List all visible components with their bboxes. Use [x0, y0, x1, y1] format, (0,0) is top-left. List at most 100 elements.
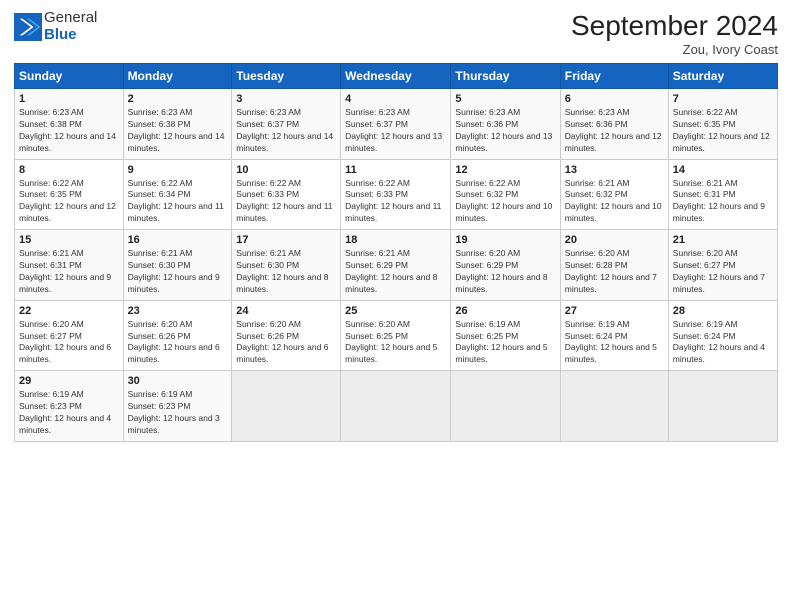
day-info: Sunrise: 6:23 AM Sunset: 6:36 PM Dayligh…	[455, 107, 555, 155]
day-info: Sunrise: 6:21 AM Sunset: 6:29 PM Dayligh…	[345, 248, 446, 296]
table-row: 13 Sunrise: 6:21 AM Sunset: 6:32 PM Dayl…	[560, 159, 668, 230]
table-row: 4 Sunrise: 6:23 AM Sunset: 6:37 PM Dayli…	[341, 89, 451, 160]
calendar-week-2: 8 Sunrise: 6:22 AM Sunset: 6:35 PM Dayli…	[15, 159, 778, 230]
table-row: 21 Sunrise: 6:20 AM Sunset: 6:27 PM Dayl…	[668, 230, 777, 301]
calendar-table: Sunday Monday Tuesday Wednesday Thursday…	[14, 63, 778, 442]
day-info: Sunrise: 6:20 AM Sunset: 6:26 PM Dayligh…	[236, 319, 336, 367]
table-row: 17 Sunrise: 6:21 AM Sunset: 6:30 PM Dayl…	[232, 230, 341, 301]
table-row: 15 Sunrise: 6:21 AM Sunset: 6:31 PM Dayl…	[15, 230, 124, 301]
location: Zou, Ivory Coast	[571, 42, 778, 57]
calendar-week-4: 22 Sunrise: 6:20 AM Sunset: 6:27 PM Dayl…	[15, 300, 778, 371]
day-number: 15	[19, 234, 119, 246]
calendar-week-5: 29 Sunrise: 6:19 AM Sunset: 6:23 PM Dayl…	[15, 371, 778, 442]
day-number: 7	[673, 93, 773, 105]
day-info: Sunrise: 6:22 AM Sunset: 6:33 PM Dayligh…	[236, 178, 336, 226]
day-info: Sunrise: 6:22 AM Sunset: 6:33 PM Dayligh…	[345, 178, 446, 226]
day-number: 1	[19, 93, 119, 105]
day-info: Sunrise: 6:21 AM Sunset: 6:30 PM Dayligh…	[236, 248, 336, 296]
day-info: Sunrise: 6:20 AM Sunset: 6:27 PM Dayligh…	[19, 319, 119, 367]
col-sunday: Sunday	[15, 64, 124, 89]
table-row: 9 Sunrise: 6:22 AM Sunset: 6:34 PM Dayli…	[123, 159, 232, 230]
day-info: Sunrise: 6:21 AM Sunset: 6:31 PM Dayligh…	[19, 248, 119, 296]
day-number: 30	[128, 375, 228, 387]
day-info: Sunrise: 6:19 AM Sunset: 6:24 PM Dayligh…	[673, 319, 773, 367]
table-row	[341, 371, 451, 442]
day-info: Sunrise: 6:23 AM Sunset: 6:37 PM Dayligh…	[345, 107, 446, 155]
day-info: Sunrise: 6:22 AM Sunset: 6:35 PM Dayligh…	[673, 107, 773, 155]
day-info: Sunrise: 6:22 AM Sunset: 6:35 PM Dayligh…	[19, 178, 119, 226]
day-info: Sunrise: 6:20 AM Sunset: 6:28 PM Dayligh…	[565, 248, 664, 296]
day-info: Sunrise: 6:21 AM Sunset: 6:30 PM Dayligh…	[128, 248, 228, 296]
day-number: 8	[19, 164, 119, 176]
table-row: 3 Sunrise: 6:23 AM Sunset: 6:37 PM Dayli…	[232, 89, 341, 160]
table-row: 24 Sunrise: 6:20 AM Sunset: 6:26 PM Dayl…	[232, 300, 341, 371]
day-info: Sunrise: 6:23 AM Sunset: 6:38 PM Dayligh…	[128, 107, 228, 155]
day-number: 26	[455, 305, 555, 317]
day-info: Sunrise: 6:19 AM Sunset: 6:24 PM Dayligh…	[565, 319, 664, 367]
day-info: Sunrise: 6:19 AM Sunset: 6:23 PM Dayligh…	[128, 389, 228, 437]
table-row	[232, 371, 341, 442]
day-number: 18	[345, 234, 446, 246]
table-row: 18 Sunrise: 6:21 AM Sunset: 6:29 PM Dayl…	[341, 230, 451, 301]
calendar-week-1: 1 Sunrise: 6:23 AM Sunset: 6:38 PM Dayli…	[15, 89, 778, 160]
col-tuesday: Tuesday	[232, 64, 341, 89]
day-number: 24	[236, 305, 336, 317]
table-row: 11 Sunrise: 6:22 AM Sunset: 6:33 PM Dayl…	[341, 159, 451, 230]
day-info: Sunrise: 6:19 AM Sunset: 6:23 PM Dayligh…	[19, 389, 119, 437]
col-monday: Monday	[123, 64, 232, 89]
day-number: 13	[565, 164, 664, 176]
day-number: 21	[673, 234, 773, 246]
table-row: 10 Sunrise: 6:22 AM Sunset: 6:33 PM Dayl…	[232, 159, 341, 230]
title-area: September 2024 Zou, Ivory Coast	[571, 10, 778, 57]
day-number: 17	[236, 234, 336, 246]
logo-general: General	[44, 10, 97, 27]
day-info: Sunrise: 6:20 AM Sunset: 6:26 PM Dayligh…	[128, 319, 228, 367]
day-number: 20	[565, 234, 664, 246]
table-row: 1 Sunrise: 6:23 AM Sunset: 6:38 PM Dayli…	[15, 89, 124, 160]
day-info: Sunrise: 6:20 AM Sunset: 6:29 PM Dayligh…	[455, 248, 555, 296]
table-row: 19 Sunrise: 6:20 AM Sunset: 6:29 PM Dayl…	[451, 230, 560, 301]
day-info: Sunrise: 6:22 AM Sunset: 6:32 PM Dayligh…	[455, 178, 555, 226]
day-number: 27	[565, 305, 664, 317]
table-row: 25 Sunrise: 6:20 AM Sunset: 6:25 PM Dayl…	[341, 300, 451, 371]
logo-text: General Blue	[44, 10, 97, 43]
day-number: 10	[236, 164, 336, 176]
table-row: 23 Sunrise: 6:20 AM Sunset: 6:26 PM Dayl…	[123, 300, 232, 371]
day-number: 25	[345, 305, 446, 317]
logo-icon	[14, 13, 42, 41]
table-row: 16 Sunrise: 6:21 AM Sunset: 6:30 PM Dayl…	[123, 230, 232, 301]
col-friday: Friday	[560, 64, 668, 89]
day-number: 4	[345, 93, 446, 105]
table-row: 5 Sunrise: 6:23 AM Sunset: 6:36 PM Dayli…	[451, 89, 560, 160]
day-number: 9	[128, 164, 228, 176]
logo: General Blue	[14, 10, 97, 43]
table-row: 30 Sunrise: 6:19 AM Sunset: 6:23 PM Dayl…	[123, 371, 232, 442]
table-row: 2 Sunrise: 6:23 AM Sunset: 6:38 PM Dayli…	[123, 89, 232, 160]
page: General Blue September 2024 Zou, Ivory C…	[0, 0, 792, 612]
table-row: 28 Sunrise: 6:19 AM Sunset: 6:24 PM Dayl…	[668, 300, 777, 371]
header-row: Sunday Monday Tuesday Wednesday Thursday…	[15, 64, 778, 89]
table-row	[560, 371, 668, 442]
day-number: 5	[455, 93, 555, 105]
table-row: 14 Sunrise: 6:21 AM Sunset: 6:31 PM Dayl…	[668, 159, 777, 230]
table-row: 12 Sunrise: 6:22 AM Sunset: 6:32 PM Dayl…	[451, 159, 560, 230]
day-number: 3	[236, 93, 336, 105]
day-number: 12	[455, 164, 555, 176]
day-info: Sunrise: 6:22 AM Sunset: 6:34 PM Dayligh…	[128, 178, 228, 226]
col-thursday: Thursday	[451, 64, 560, 89]
table-row: 8 Sunrise: 6:22 AM Sunset: 6:35 PM Dayli…	[15, 159, 124, 230]
table-row	[451, 371, 560, 442]
day-info: Sunrise: 6:21 AM Sunset: 6:32 PM Dayligh…	[565, 178, 664, 226]
table-row	[668, 371, 777, 442]
calendar-week-3: 15 Sunrise: 6:21 AM Sunset: 6:31 PM Dayl…	[15, 230, 778, 301]
day-number: 19	[455, 234, 555, 246]
col-saturday: Saturday	[668, 64, 777, 89]
day-number: 2	[128, 93, 228, 105]
day-info: Sunrise: 6:23 AM Sunset: 6:36 PM Dayligh…	[565, 107, 664, 155]
day-number: 28	[673, 305, 773, 317]
table-row: 26 Sunrise: 6:19 AM Sunset: 6:25 PM Dayl…	[451, 300, 560, 371]
day-info: Sunrise: 6:20 AM Sunset: 6:27 PM Dayligh…	[673, 248, 773, 296]
day-info: Sunrise: 6:19 AM Sunset: 6:25 PM Dayligh…	[455, 319, 555, 367]
logo-blue: Blue	[44, 27, 97, 44]
table-row: 7 Sunrise: 6:22 AM Sunset: 6:35 PM Dayli…	[668, 89, 777, 160]
